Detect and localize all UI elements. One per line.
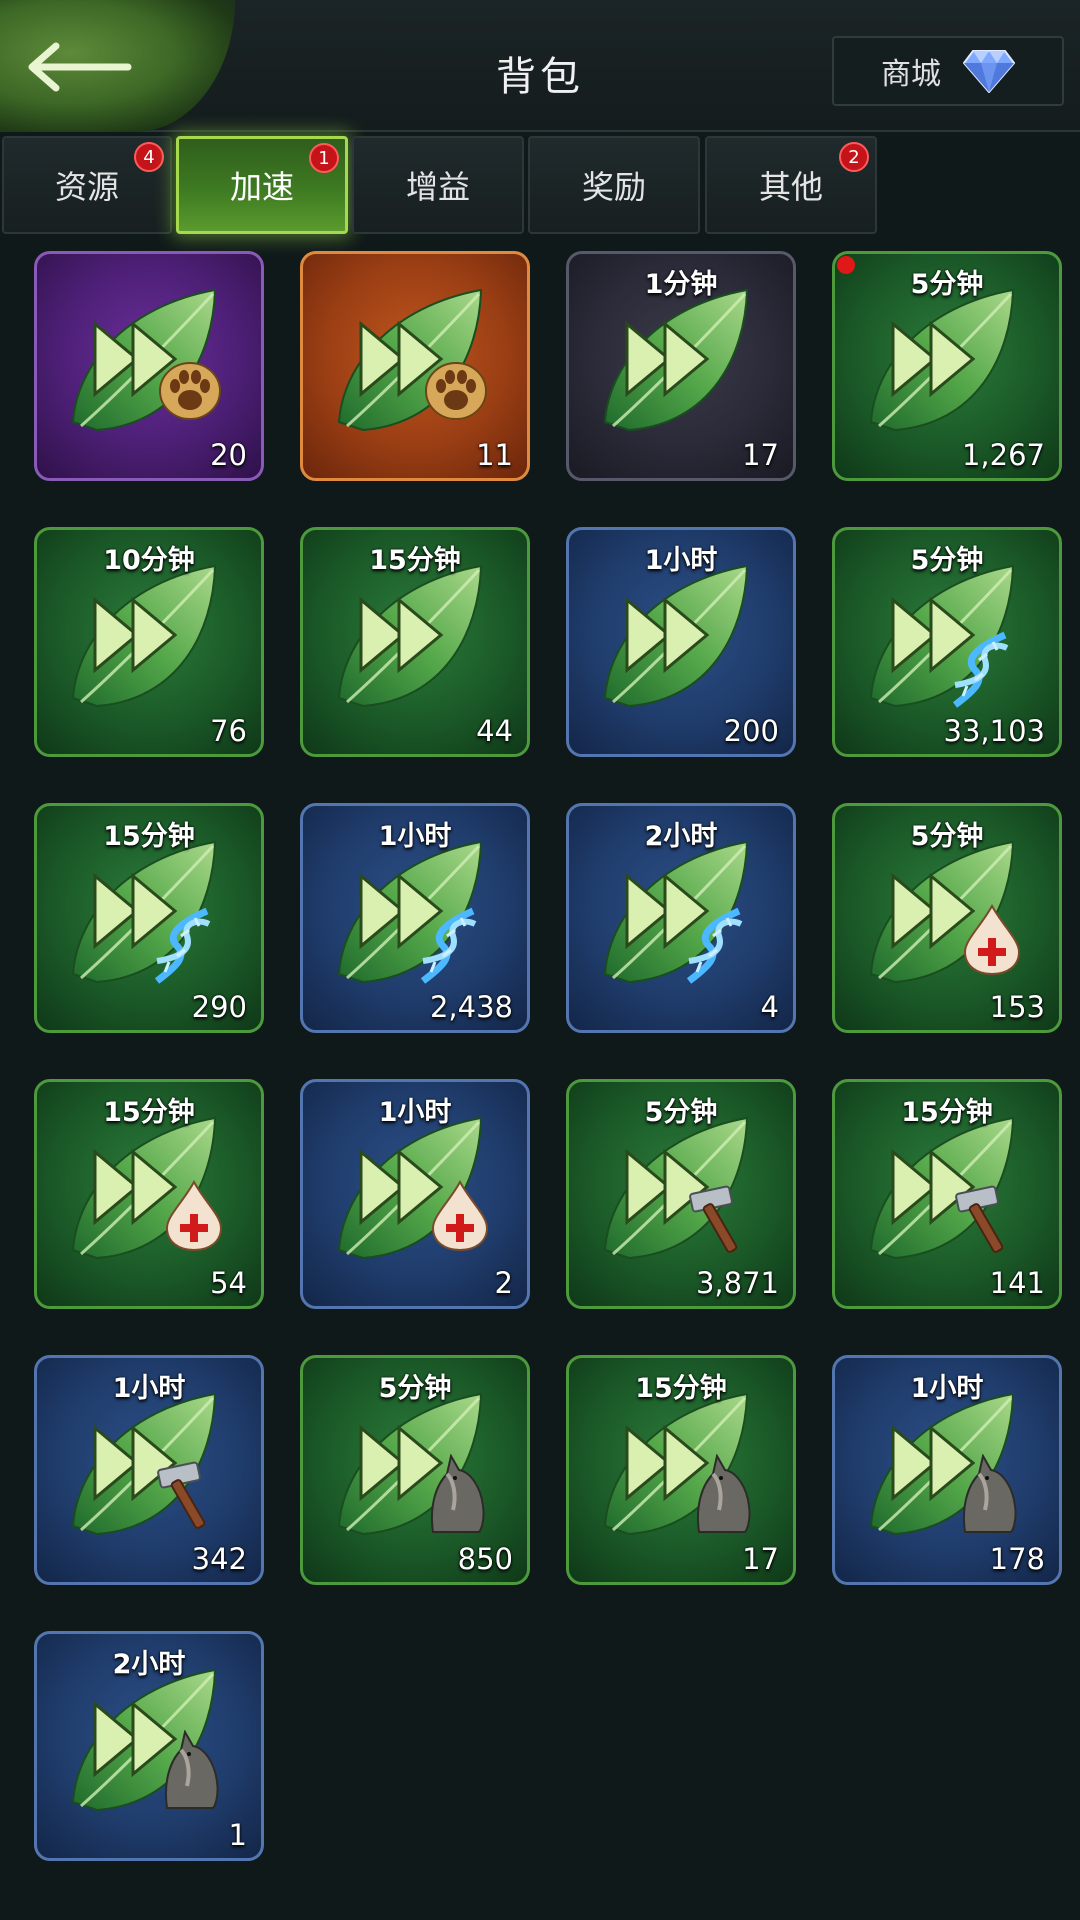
item-duration: 2小时 — [644, 821, 718, 852]
item-card[interactable]: 15分钟 54 — [34, 1079, 264, 1309]
notification-badge: 4 — [134, 142, 164, 172]
tab-label: 奖励 — [581, 168, 646, 206]
category-tabs: 资源 4 加速 1 增益 奖励 其他 2 — [0, 136, 1080, 236]
dna-icon — [952, 631, 1009, 708]
item-card[interactable]: 20 — [34, 251, 264, 481]
item-card[interactable]: 1小时 200 — [566, 527, 796, 757]
tab-4[interactable]: 其他 2 — [705, 136, 877, 234]
diamond-icon — [963, 50, 1015, 93]
item-count: 3,871 — [695, 1266, 779, 1300]
blood-drop-icon — [431, 1180, 489, 1252]
item-duration: 1小时 — [910, 1373, 984, 1404]
item-duration: 15分钟 — [635, 1373, 727, 1404]
item-card[interactable]: 5分钟 33,103 — [832, 527, 1062, 757]
item-card[interactable]: 5分钟 1,267 — [832, 251, 1062, 481]
item-duration: 15分钟 — [103, 821, 195, 852]
item-card[interactable]: 15分钟 17 — [566, 1355, 796, 1585]
item-duration: 5分钟 — [910, 821, 984, 852]
blood-drop-icon — [165, 1180, 223, 1252]
item-duration: 1小时 — [378, 1097, 452, 1128]
item-count: 17 — [742, 438, 779, 472]
item-count: 33,103 — [943, 714, 1045, 748]
notification-badge: 1 — [309, 143, 339, 173]
item-card[interactable]: 1小时 2,438 — [300, 803, 530, 1033]
item-duration: 15分钟 — [369, 545, 461, 576]
paw-icon — [159, 362, 221, 420]
item-duration: 5分钟 — [910, 545, 984, 576]
item-duration: 5分钟 — [910, 269, 984, 300]
item-card[interactable]: 1小时 2 — [300, 1079, 530, 1309]
item-card[interactable]: 2小时 1 — [34, 1631, 264, 1861]
item-card[interactable]: 1小时 178 — [832, 1355, 1062, 1585]
item-count: 153 — [989, 990, 1045, 1024]
item-count: 2 — [494, 1266, 513, 1300]
item-count: 1,267 — [961, 438, 1045, 472]
tab-label: 其他 — [758, 168, 823, 206]
hammer-icon — [955, 1185, 1004, 1253]
item-count: 54 — [210, 1266, 247, 1300]
item-count: 17 — [742, 1542, 779, 1576]
hammer-icon — [157, 1461, 206, 1529]
item-count: 200 — [723, 714, 779, 748]
paw-icon — [425, 362, 487, 420]
wolf-icon — [963, 1454, 1017, 1533]
item-card[interactable]: 1分钟 17 — [566, 251, 796, 481]
item-duration: 5分钟 — [378, 1373, 452, 1404]
item-card[interactable]: 15分钟 44 — [300, 527, 530, 757]
item-duration: 15分钟 — [901, 1097, 993, 1128]
item-card[interactable]: 15分钟 141 — [832, 1079, 1062, 1309]
item-card[interactable]: 2小时 4 — [566, 803, 796, 1033]
wolf-icon — [431, 1454, 485, 1533]
item-duration: 1小时 — [644, 545, 718, 576]
item-card[interactable]: 5分钟 3,871 — [566, 1079, 796, 1309]
notification-badge: 2 — [839, 142, 869, 172]
tab-label: 资源 — [54, 168, 119, 206]
wolf-icon — [165, 1730, 219, 1809]
item-duration: 1小时 — [112, 1373, 186, 1404]
item-count: 20 — [210, 438, 247, 472]
item-count: 76 — [210, 714, 247, 748]
shop-button[interactable]: 商城 — [832, 36, 1064, 106]
hammer-icon — [689, 1185, 738, 1253]
item-card[interactable]: 5分钟 850 — [300, 1355, 530, 1585]
item-count: 178 — [989, 1542, 1045, 1576]
dna-icon — [154, 907, 211, 984]
item-count: 2,438 — [429, 990, 513, 1024]
item-count: 290 — [191, 990, 247, 1024]
blood-drop-icon — [963, 904, 1021, 976]
dna-icon — [686, 907, 743, 984]
item-count: 4 — [760, 990, 779, 1024]
item-count: 342 — [191, 1542, 247, 1576]
dna-icon — [420, 907, 477, 984]
item-card[interactable]: 11 — [300, 251, 530, 481]
item-card[interactable]: 1小时 342 — [34, 1355, 264, 1585]
item-count: 44 — [476, 714, 513, 748]
tab-label: 加速 — [229, 168, 294, 206]
item-card[interactable]: 10分钟 76 — [34, 527, 264, 757]
item-count: 850 — [457, 1542, 513, 1576]
top-bar: 背包 商城 — [0, 0, 1080, 132]
item-duration: 10分钟 — [103, 545, 195, 576]
item-card[interactable]: 5分钟 153 — [832, 803, 1062, 1033]
tab-label: 增益 — [405, 168, 470, 206]
tab-2[interactable]: 增益 — [352, 136, 524, 234]
tab-1[interactable]: 加速 1 — [176, 136, 348, 234]
item-duration: 15分钟 — [103, 1097, 195, 1128]
tab-3[interactable]: 奖励 — [528, 136, 700, 234]
shop-label: 商城 — [881, 57, 941, 92]
item-count: 11 — [476, 438, 513, 472]
item-duration: 1分钟 — [644, 269, 718, 300]
item-duration: 5分钟 — [644, 1097, 718, 1128]
item-duration: 1小时 — [378, 821, 452, 852]
wolf-icon — [697, 1454, 751, 1533]
item-count: 141 — [989, 1266, 1045, 1300]
tab-0[interactable]: 资源 4 — [2, 136, 172, 234]
item-count: 1 — [228, 1818, 247, 1852]
item-duration: 2小时 — [112, 1649, 186, 1680]
item-card[interactable]: 15分钟 290 — [34, 803, 264, 1033]
